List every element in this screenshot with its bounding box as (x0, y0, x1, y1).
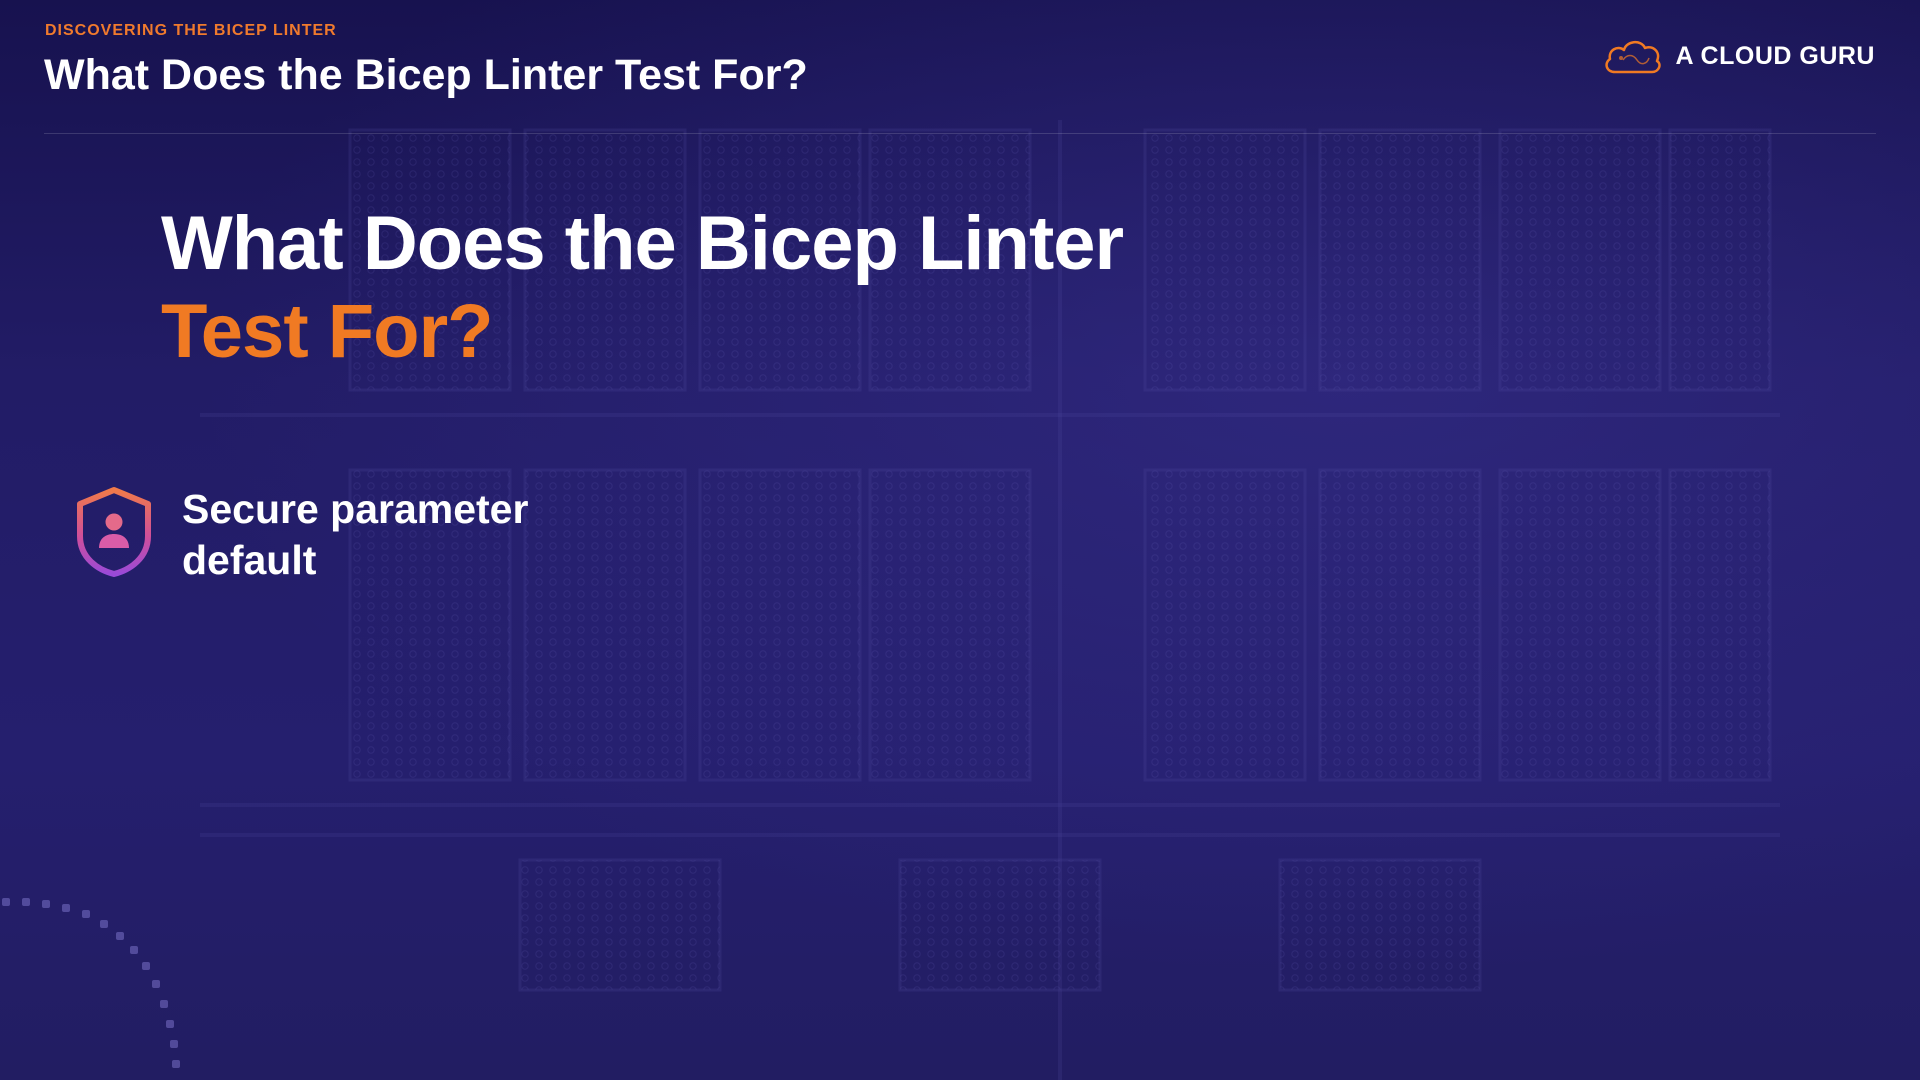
slide-title: What Does the Bicep Linter Test For? (161, 200, 1124, 376)
section-eyebrow: DISCOVERING THE BICEP LINTER (45, 22, 337, 39)
brand-name: A CLOUD GURU (1675, 41, 1875, 70)
slide-title-line2: Test For? (161, 289, 494, 374)
header-divider (44, 133, 1876, 134)
slide-title-line1: What Does the Bicep Linter (161, 201, 1124, 286)
header-title: What Does the Bicep Linter Test For? (44, 51, 808, 99)
bullet-text: Secure parameter default (182, 486, 529, 583)
bullet-item: Secure parameter default (74, 484, 602, 586)
cloud-logo-icon (1605, 41, 1662, 74)
brand-logo: A CLOUD GURU (1601, 36, 1875, 76)
shield-user-icon (77, 487, 151, 577)
decorative-dot-arc (2, 898, 180, 1068)
